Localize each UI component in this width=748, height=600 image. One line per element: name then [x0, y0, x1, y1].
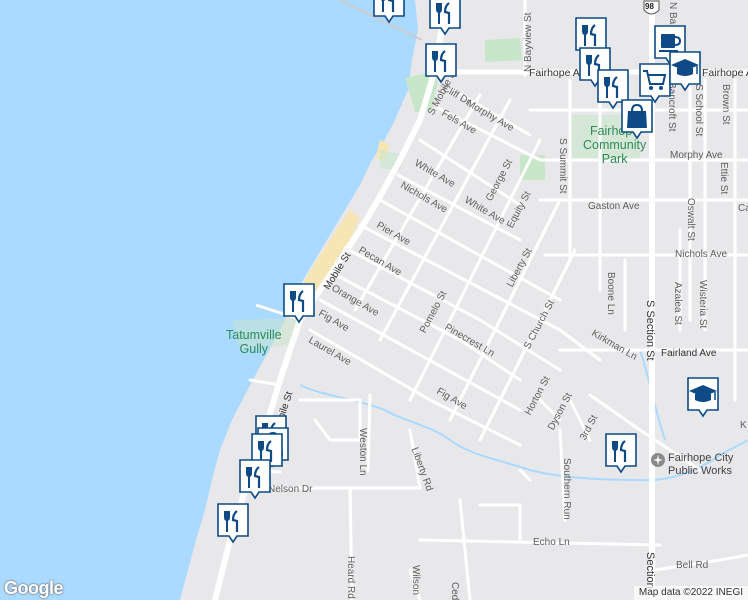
street-label: Brown St: [720, 84, 731, 125]
restaurant-poi-marker[interactable]: [372, 0, 406, 24]
street-label: Weston Ln: [357, 428, 368, 476]
street-label: S Summit St: [557, 138, 568, 194]
map-base-layer: [0, 0, 748, 600]
highway-number: 98: [645, 2, 654, 11]
restaurant-poi-marker[interactable]: [424, 42, 458, 84]
public-works-icon: [651, 453, 665, 467]
street-label: Wisteria St: [697, 280, 708, 329]
park-area: [485, 38, 522, 62]
graduation-cap-icon: [687, 377, 719, 418]
fork-knife-icon: [283, 283, 315, 324]
street-label: Nelson Dr: [268, 484, 313, 495]
park-label-tatumville: Tatumville Gully: [226, 328, 282, 356]
street-label: Echo Ln: [533, 537, 570, 548]
school-poi-marker[interactable]: [668, 50, 702, 92]
street-label: Fairhope Ave: [702, 67, 748, 79]
graduation-cap-icon: [669, 51, 701, 92]
street-label: N Ba: [667, 2, 678, 25]
fork-knife-icon: [239, 459, 271, 500]
street-label: Morphy Ave: [670, 150, 723, 161]
street-label: N Bayview St: [523, 12, 534, 72]
street-label: Heard Rd: [345, 556, 356, 599]
street-label: Southern Run: [561, 458, 572, 520]
street-label: Ca: [738, 203, 748, 214]
street-label: Nichols Ave: [675, 249, 728, 260]
school-poi-marker[interactable]: [686, 376, 720, 418]
public-works-label: Fairhope City Public Works: [668, 452, 734, 477]
restaurant-poi-marker[interactable]: [216, 502, 250, 544]
street-label: Section: [644, 552, 656, 589]
restaurant-poi-marker[interactable]: [238, 458, 272, 500]
street-label: Azalea St: [672, 282, 683, 325]
fork-knife-icon: [429, 0, 461, 36]
street-label: Wilson: [410, 565, 421, 596]
restaurant-poi-marker[interactable]: [428, 0, 462, 36]
street-label: Ced: [449, 582, 460, 600]
fork-knife-icon: [373, 0, 405, 24]
restaurant-poi-marker[interactable]: [604, 432, 638, 474]
map-attribution: Map data ©2022 INEGI: [633, 586, 748, 600]
google-logo: Google: [4, 578, 64, 598]
shopping-poi-marker[interactable]: [620, 98, 654, 140]
street-label: Fairland Ave: [661, 348, 717, 359]
restaurant-poi-marker[interactable]: [282, 282, 316, 324]
street-label: Ettie St: [718, 162, 729, 195]
map-canvas[interactable]: 98 S Mobile St Mobile St Mobile St N Bay…: [0, 0, 748, 600]
street-label: S Section St: [644, 300, 656, 361]
street-label: Gaston Ave: [588, 201, 640, 212]
street-label: Boone Ln: [605, 272, 616, 315]
street-label: Oswalt St: [685, 198, 696, 241]
fork-knife-icon: [605, 433, 637, 474]
highway-shield: 98: [643, 0, 660, 18]
fork-knife-icon: [425, 43, 457, 84]
fork-knife-icon: [217, 503, 249, 544]
shopping-bag-icon: [621, 99, 653, 140]
street-label: K: [740, 420, 747, 431]
street-label: Bell Rd: [676, 560, 709, 571]
